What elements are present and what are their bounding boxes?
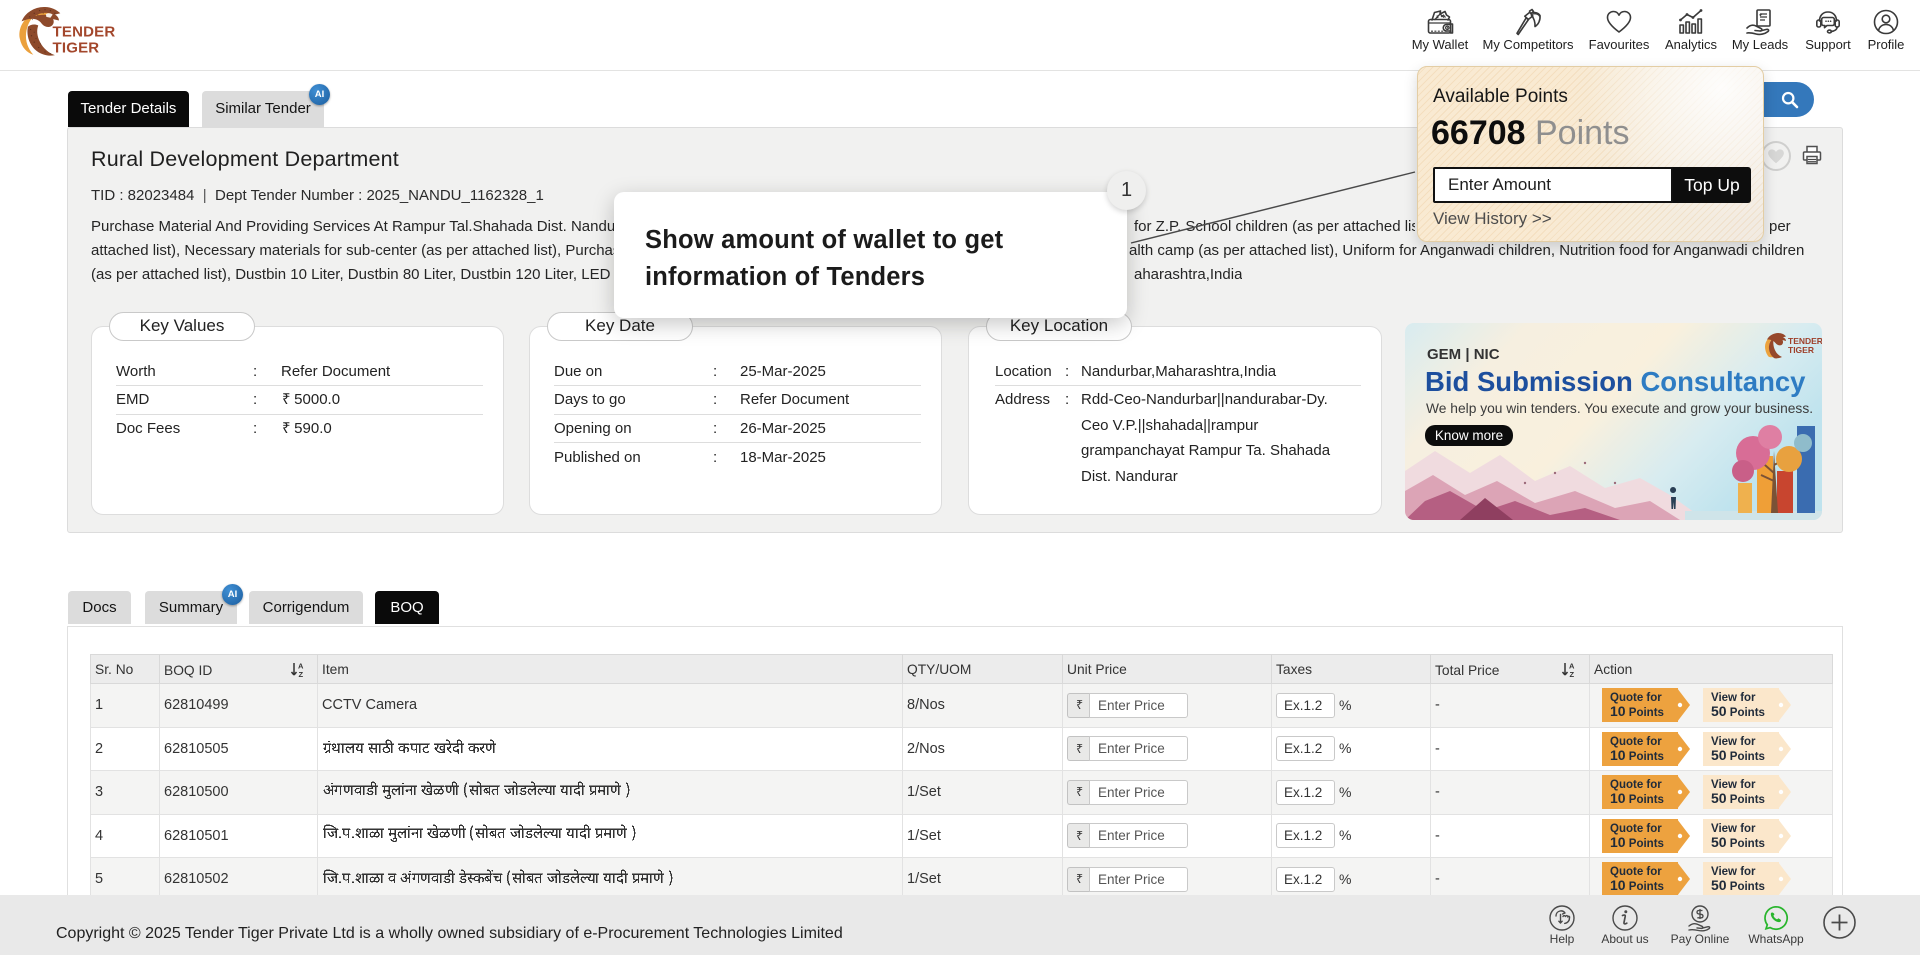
svg-text:Z: Z: [299, 670, 304, 678]
svg-text:TIGER: TIGER: [53, 40, 100, 57]
svg-text:Bid Submission Consultancy: Bid Submission Consultancy: [1425, 366, 1806, 397]
svg-text:Z: Z: [1570, 670, 1575, 678]
svg-text:Know more: Know more: [1435, 428, 1503, 443]
svg-text:GEM | NIC: GEM | NIC: [1427, 346, 1500, 363]
svg-text:TIGER: TIGER: [1788, 345, 1814, 355]
svg-text:TENDER: TENDER: [53, 24, 116, 41]
svg-text:We help you win tenders. You e: We help you win tenders. You execute and…: [1426, 401, 1813, 416]
